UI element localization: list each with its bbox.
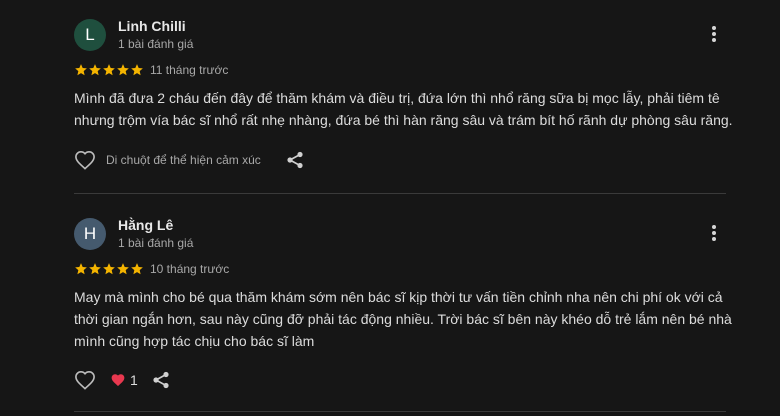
reviewer-review-count: 1 bài đánh giá	[118, 37, 194, 51]
avatar[interactable]: H	[74, 218, 106, 250]
share-icon	[153, 371, 169, 389]
star-icon	[103, 263, 115, 275]
reviewer-name[interactable]: Hằng Lê	[118, 217, 173, 233]
more-options-button[interactable]	[704, 223, 724, 243]
star-icon	[131, 64, 143, 76]
review-text-line: Mình đã đưa 2 cháu đến đây để thăm khám …	[74, 90, 720, 106]
review-time: 11 tháng trước	[150, 63, 229, 77]
reaction-hint: Di chuột để thể hiện cảm xúc	[106, 153, 261, 167]
divider	[74, 193, 726, 194]
reviewer-name[interactable]: Linh Chilli	[118, 18, 186, 34]
review-text-line: mình cũng hợp tác chịu cho bác sĩ làm	[74, 333, 315, 349]
star-icon	[131, 263, 143, 275]
review-text-line: nhưng trộm vía bác sĩ nhổ rất nhẹ nhàng,…	[74, 112, 733, 128]
review-text-line: May mà mình cho bé qua thăm khám sớm nên…	[74, 289, 723, 305]
star-rating	[74, 262, 144, 276]
heart-outline-icon	[75, 370, 95, 390]
share-icon	[287, 151, 303, 169]
avatar[interactable]: L	[74, 19, 106, 51]
share-button[interactable]	[152, 371, 170, 389]
heart-filled-icon	[111, 374, 125, 387]
star-icon	[103, 64, 115, 76]
star-icon	[89, 64, 101, 76]
star-rating	[74, 63, 144, 77]
reaction-count: 1	[130, 372, 138, 388]
like-button[interactable]: Di chuột để thể hiện cảm xúc	[74, 150, 261, 170]
heart-outline-icon	[75, 150, 95, 170]
star-icon	[117, 64, 129, 76]
star-icon	[89, 263, 101, 275]
like-button[interactable]	[74, 370, 96, 390]
reaction-count-button[interactable]: 1	[110, 372, 138, 388]
share-button[interactable]	[286, 151, 304, 169]
star-icon	[117, 263, 129, 275]
review-actions: Di chuột để thể hiện cảm xúc	[74, 148, 304, 172]
review-actions: 1	[74, 368, 170, 392]
more-options-button[interactable]	[704, 24, 724, 44]
star-icon	[75, 64, 87, 76]
star-icon	[75, 263, 87, 275]
reviewer-review-count: 1 bài đánh giá	[118, 236, 194, 250]
review-text-line: thời gian ngắn hơn, sau này cũng đỡ phải…	[74, 311, 732, 327]
review-text: May mà mình cho bé qua thăm khám sớm nên…	[74, 286, 734, 352]
divider	[74, 411, 726, 412]
review-text: Mình đã đưa 2 cháu đến đây để thăm khám …	[74, 87, 734, 131]
review-time: 10 tháng trước	[150, 262, 230, 276]
